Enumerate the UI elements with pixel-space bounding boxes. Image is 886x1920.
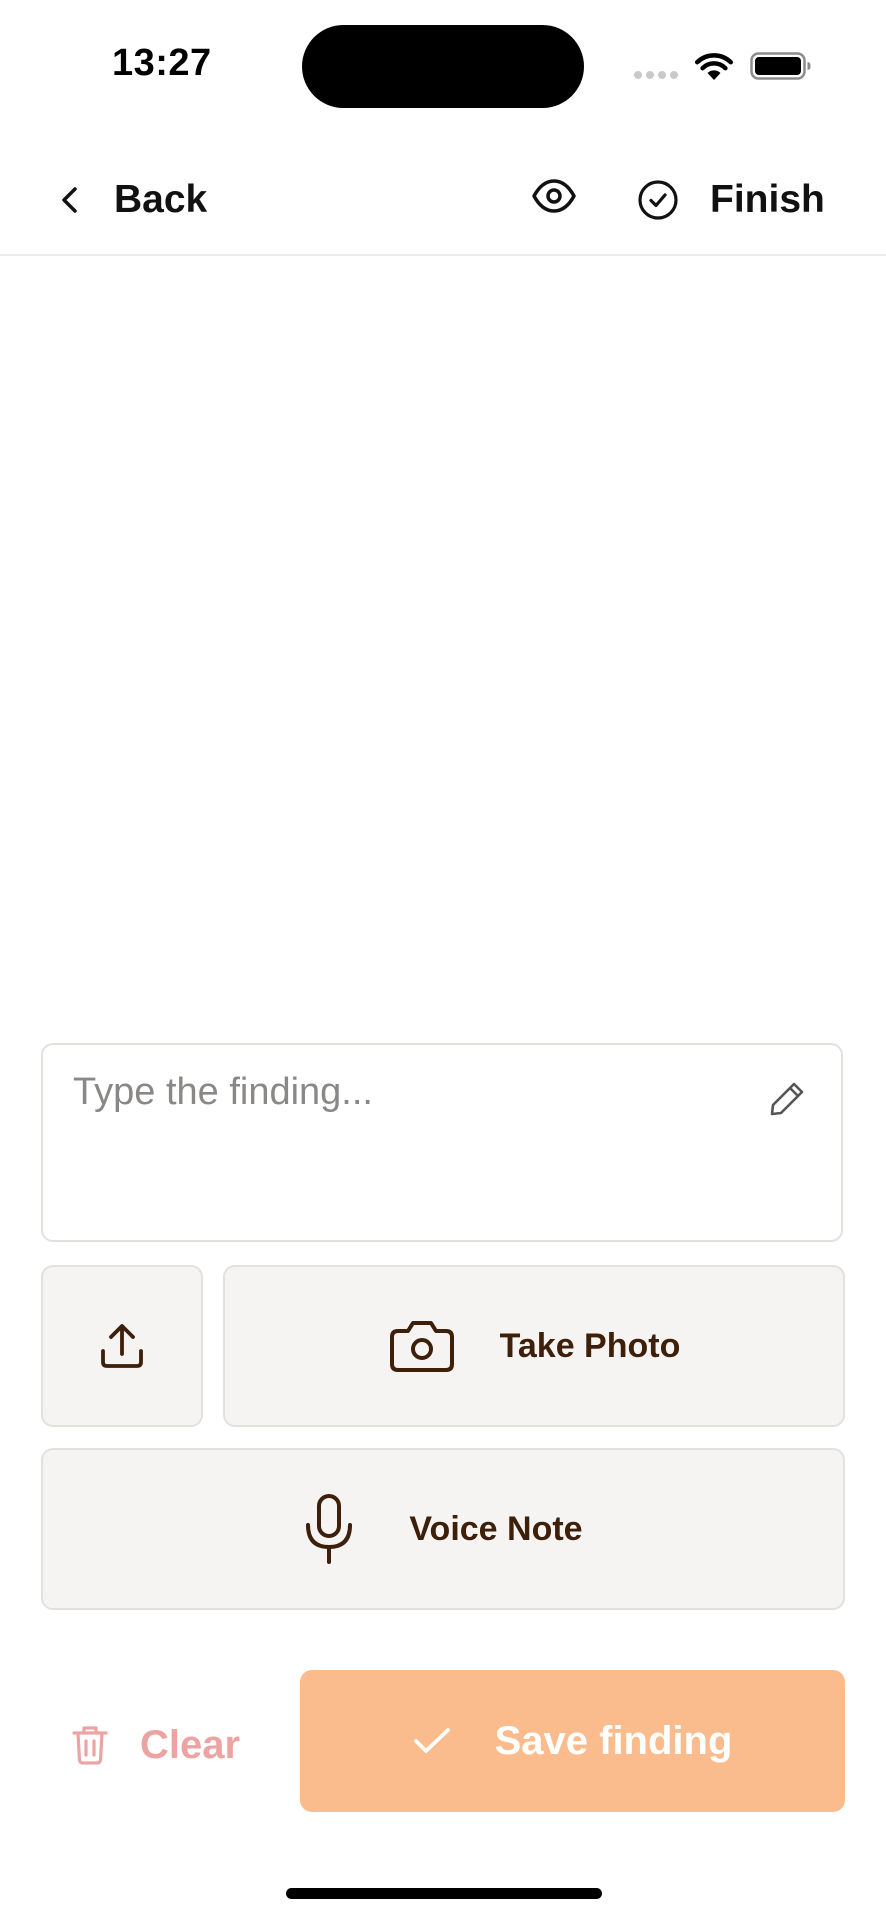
finish-label: Finish (710, 178, 825, 221)
wifi-icon (694, 53, 734, 80)
trash-icon (72, 1726, 108, 1765)
microphone-icon (306, 1494, 353, 1564)
save-finding-label: Save finding (494, 1718, 733, 1763)
save-finding-button[interactable]: Save finding (300, 1670, 845, 1812)
clear-label: Clear (140, 1722, 241, 1767)
dynamic-island (302, 25, 584, 108)
back-label: Back (114, 178, 208, 221)
voice-note-button[interactable]: Voice Note (41, 1448, 845, 1610)
status-time: 13:27 (112, 42, 212, 84)
status-bar: 13:27 (0, 0, 886, 130)
voice-note-label: Voice Note (409, 1509, 583, 1548)
chevron-left-icon (62, 187, 77, 213)
cellular-signal-icon (634, 71, 680, 79)
battery-icon (750, 52, 811, 80)
home-indicator (286, 1888, 602, 1899)
nav-bar: Back Finish (0, 150, 886, 256)
check-circle-icon (638, 180, 678, 220)
upload-button[interactable] (41, 1265, 203, 1427)
pencil-icon (770, 1082, 804, 1116)
finding-field (41, 1043, 843, 1242)
clear-button[interactable]: Clear (70, 1715, 240, 1775)
eye-icon[interactable] (530, 172, 578, 220)
take-photo-label: Take Photo (499, 1326, 681, 1365)
back-button[interactable]: Back (50, 170, 207, 230)
take-photo-button[interactable]: Take Photo (223, 1265, 845, 1427)
camera-icon (389, 1321, 454, 1372)
check-icon (413, 1728, 450, 1753)
finding-input[interactable] (73, 1071, 753, 1211)
finish-button[interactable]: Finish (636, 170, 825, 230)
upload-icon (101, 1324, 143, 1368)
